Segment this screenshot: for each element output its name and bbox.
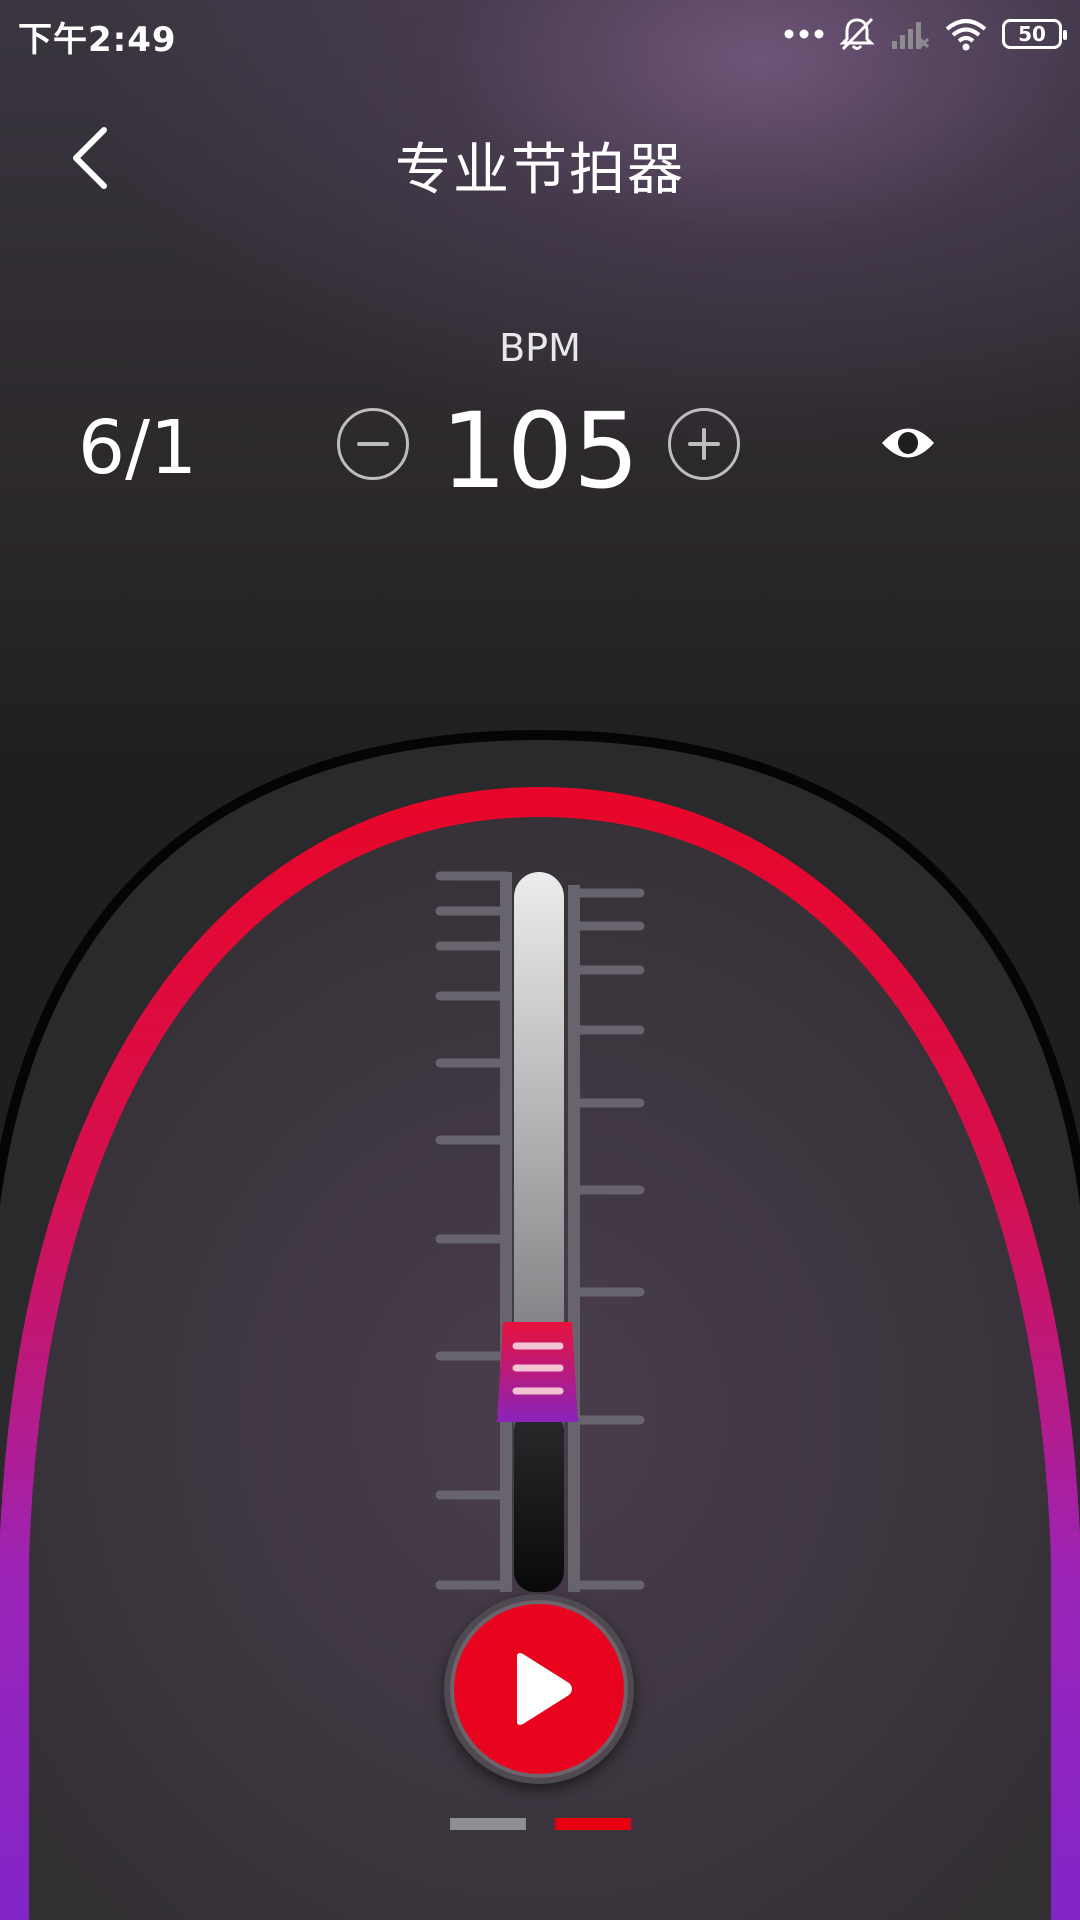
eye-icon bbox=[882, 428, 934, 458]
mute-icon bbox=[839, 17, 875, 51]
scale-rail-left bbox=[500, 872, 512, 1592]
more-dots-icon bbox=[784, 29, 824, 39]
play-button[interactable] bbox=[444, 1594, 634, 1784]
wifi-icon bbox=[945, 19, 987, 51]
visual-mode-button[interactable] bbox=[878, 418, 938, 468]
status-time: 下午2:49 bbox=[18, 20, 177, 60]
scale-rail-right bbox=[568, 885, 580, 1592]
tempo-weight-slider[interactable] bbox=[497, 1322, 578, 1422]
increase-bpm-button[interactable] bbox=[668, 408, 740, 480]
pendulum-tube-lower bbox=[514, 1410, 564, 1592]
cell-signal-off-icon bbox=[892, 22, 930, 49]
battery-level: 50 bbox=[1018, 22, 1046, 46]
plus-circle-icon bbox=[688, 428, 720, 460]
status-icons: 50 bbox=[784, 14, 1067, 54]
play-icon bbox=[517, 1653, 572, 1725]
battery-icon: 50 bbox=[1002, 19, 1067, 49]
page-indicator-1[interactable] bbox=[450, 1818, 526, 1830]
page-indicator-2[interactable] bbox=[555, 1818, 631, 1830]
bpm-label: BPM bbox=[499, 326, 581, 370]
page-title: 专业节拍器 bbox=[395, 138, 685, 203]
